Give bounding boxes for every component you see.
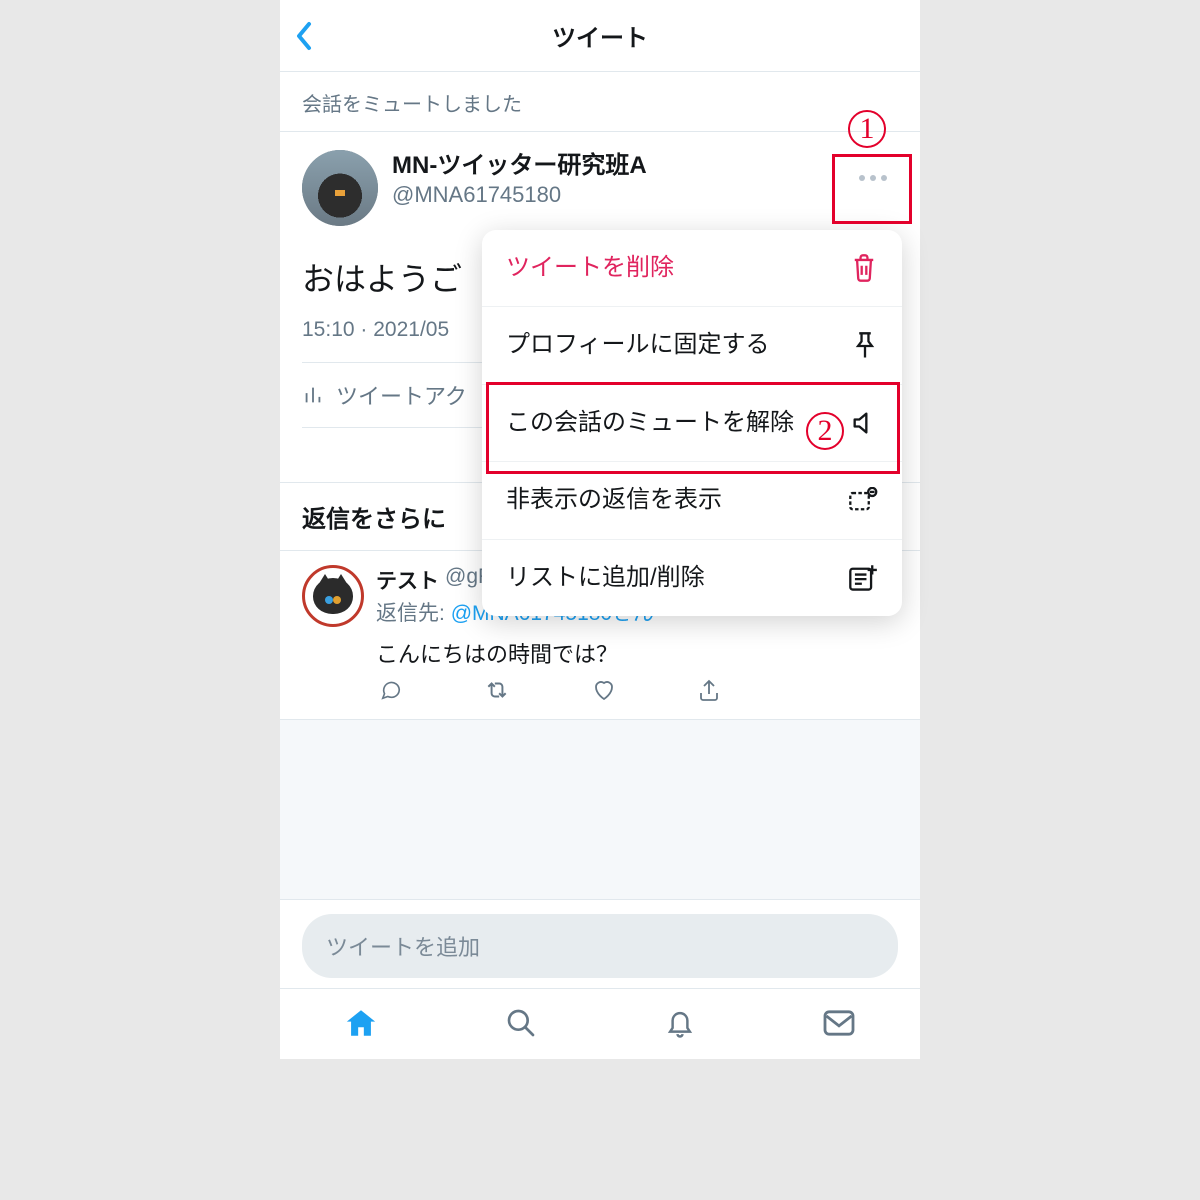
retweet-button[interactable] [484,679,510,703]
reply-icon [380,679,402,701]
heart-icon [592,679,616,701]
user-handle[interactable]: @MNA61745180 [392,181,647,210]
share-icon [698,679,720,703]
avatar[interactable] [302,565,364,627]
tweet-options-menu: ツイートを削除 プロフィールに固定する この会話のミュートを解除 非表示の返信を… [482,230,902,616]
nav-home[interactable] [344,1007,378,1039]
search-icon [505,1007,537,1039]
bell-icon [665,1007,695,1039]
ellipsis-icon [858,174,888,182]
nav-messages[interactable] [822,1009,856,1037]
phone-screen: ツイート 会話をミュートしました MN-ツイッター研究班A @MNA617451… [280,0,920,1059]
bottom-nav [280,988,920,1059]
header: ツイート [280,0,920,72]
avatar[interactable] [302,150,378,226]
menu-delete-tweet[interactable]: ツイートを削除 [482,230,902,307]
list-add-icon [848,564,878,592]
retweet-icon [484,679,510,701]
back-button[interactable] [294,21,314,51]
home-icon [344,1007,378,1039]
nav-notifications[interactable] [665,1007,695,1039]
mail-icon [822,1009,856,1037]
like-button[interactable] [592,679,616,703]
more-options-button[interactable] [848,158,898,198]
tweet-action-bar [380,679,898,703]
analytics-icon [302,384,324,406]
reply-button[interactable] [380,679,402,703]
compose-tweet-input[interactable]: ツイートを追加 [302,914,898,978]
compose-area: ツイートを追加 [280,900,920,988]
menu-pin-profile[interactable]: プロフィールに固定する [482,307,902,384]
menu-view-hidden-replies[interactable]: 非表示の返信を表示 [482,462,902,539]
share-button[interactable] [698,679,720,703]
trash-icon [850,253,878,283]
tweet-text: こんにちはの時間では？ [376,637,898,669]
speaker-icon [850,409,878,437]
display-name[interactable]: MN-ツイッター研究班A [392,150,647,181]
page-title: ツイート [552,18,648,53]
pin-icon [852,331,878,361]
hidden-replies-icon [848,487,878,513]
nav-search[interactable] [505,1007,537,1039]
display-name[interactable]: テスト [376,565,439,595]
content-gap [280,720,920,900]
menu-unmute-conversation[interactable]: この会話のミュートを解除 [482,385,902,462]
menu-add-remove-list[interactable]: リストに追加/削除 [482,540,902,616]
mute-status-banner: 会話をミュートしました [280,72,920,132]
